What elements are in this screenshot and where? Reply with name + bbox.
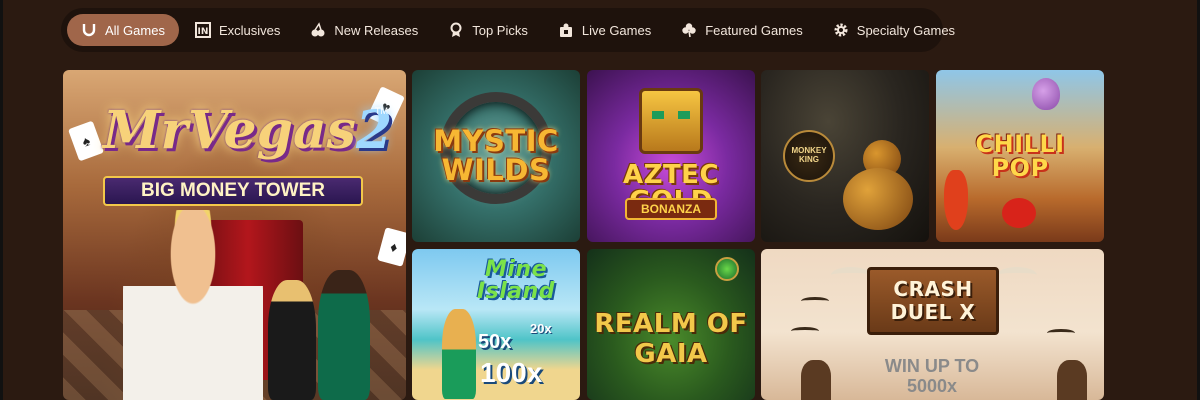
- game-tile-mr-vegas-2[interactable]: ♠ ♥ ♦ MrVegas2 BIG MONEY TOWER TM: [63, 70, 406, 400]
- game-tile-realm-of-gaia[interactable]: REALM OF GAIA: [587, 249, 755, 400]
- pepper-character: [944, 170, 968, 230]
- logo-line: GAIA: [634, 338, 708, 369]
- game-logo-subtitle: BONANZA: [625, 198, 717, 220]
- bird-icon: [791, 327, 819, 335]
- game-tile-mystic-wilds[interactable]: MYSTIC WILDS: [412, 70, 580, 242]
- golden-gourd: [839, 140, 919, 230]
- game-logo-mystic-wilds: MYSTIC WILDS: [433, 127, 559, 185]
- win-line: WIN UP TO: [884, 356, 980, 376]
- multiplier-label: 20x: [530, 321, 552, 336]
- cowboy-character: [1057, 360, 1087, 400]
- tab-label: Live Games: [581, 22, 652, 38]
- tab-label: Featured Games: [705, 22, 803, 38]
- logo-line: CHILLI: [975, 130, 1065, 158]
- tab-new-releases[interactable]: New Releases: [296, 14, 432, 46]
- game-logo-monkey-king: MONKEY KING: [783, 130, 835, 182]
- bird-icon: [801, 297, 829, 305]
- logo-line: DUEL X: [890, 300, 976, 324]
- character-mr-vegas: [123, 210, 263, 400]
- logo-line: MYSTIC: [433, 124, 559, 158]
- live-dealer-icon: [558, 22, 574, 38]
- logo-line: KING: [799, 155, 819, 164]
- gaia-orb-icon: [715, 257, 739, 281]
- bull-horn: [831, 267, 871, 283]
- character-lady-black-dress: [268, 280, 316, 400]
- exclusive-badge-icon: IN: [194, 22, 211, 38]
- trademark-mark: TM: [375, 106, 388, 116]
- tab-label: All Games: [105, 22, 165, 38]
- multiplier-label: 100x: [480, 357, 543, 388]
- bird-icon: [1047, 329, 1075, 337]
- character-lady-green-dress: [318, 270, 370, 400]
- tomato-character: [1002, 198, 1036, 228]
- gear-icon: [833, 22, 849, 38]
- tab-label: Exclusives: [218, 22, 281, 38]
- clover-icon: [681, 22, 697, 38]
- tab-live-games[interactable]: Live Games: [544, 14, 665, 46]
- game-tile-monkey-king[interactable]: MONKEY KING: [761, 70, 929, 242]
- logo-line: POP: [991, 154, 1049, 182]
- aztec-mask: [639, 88, 703, 154]
- game-logo-mine-island: Mine Island: [476, 257, 556, 304]
- onion-character: [1032, 78, 1060, 110]
- game-logo-crash-duel-x: CRASH DUEL X: [867, 267, 999, 335]
- tab-featured-games[interactable]: Featured Games: [667, 14, 817, 46]
- cherries-icon: [310, 22, 326, 38]
- win-line: 5000x: [906, 375, 958, 396]
- game-tile-crash-duel-x[interactable]: CRASH DUEL X WIN UP TO 5000x: [761, 249, 1104, 400]
- logo-line: REALM OF: [594, 308, 748, 339]
- win-up-to-text: WIN UP TO 5000x: [857, 356, 1007, 397]
- multiplier-label: 50x: [478, 331, 512, 353]
- game-tile-chilli-pop[interactable]: CHILLI POP: [936, 70, 1104, 242]
- tab-label: Specialty Games: [856, 22, 956, 38]
- game-tile-mine-island[interactable]: Mine Island 20x 50x 100x: [412, 249, 580, 400]
- kangaroo-character: [442, 309, 476, 399]
- tab-top-picks[interactable]: Top Picks: [434, 14, 542, 46]
- game-tile-aztec-gold[interactable]: AZTEC GOLD BONANZA: [587, 70, 755, 242]
- logo-line: WILDS: [441, 153, 551, 187]
- game-logo-mr-vegas: MrVegas2: [103, 100, 392, 161]
- playing-card-icon: ♠: [67, 120, 105, 162]
- tab-label: Top Picks: [472, 22, 528, 38]
- svg-text:IN: IN: [198, 27, 209, 37]
- game-logo-realm-of-gaia: REALM OF GAIA: [594, 308, 748, 370]
- tab-all-games[interactable]: All Games: [67, 14, 179, 46]
- horseshoe-icon: [81, 22, 97, 38]
- logo-text: MrVegas: [103, 100, 356, 161]
- tab-exclusives[interactable]: IN Exclusives: [181, 14, 294, 46]
- award-ribbon-icon: [448, 22, 464, 38]
- cowboy-character: [801, 360, 831, 400]
- logo-line: CRASH: [893, 277, 973, 301]
- game-logo-subtitle: BIG MONEY TOWER: [103, 176, 363, 206]
- category-nav: All Games IN Exclusives New Releases Top…: [61, 8, 955, 52]
- tab-label: New Releases: [334, 22, 419, 38]
- game-logo-chilli-pop: CHILLI POP: [975, 132, 1064, 180]
- tab-specialty-games[interactable]: Specialty Games: [819, 14, 969, 46]
- playing-card-icon: ♦: [377, 227, 406, 267]
- bull-horn: [997, 267, 1037, 283]
- page-frame: All Games IN Exclusives New Releases Top…: [0, 0, 1200, 400]
